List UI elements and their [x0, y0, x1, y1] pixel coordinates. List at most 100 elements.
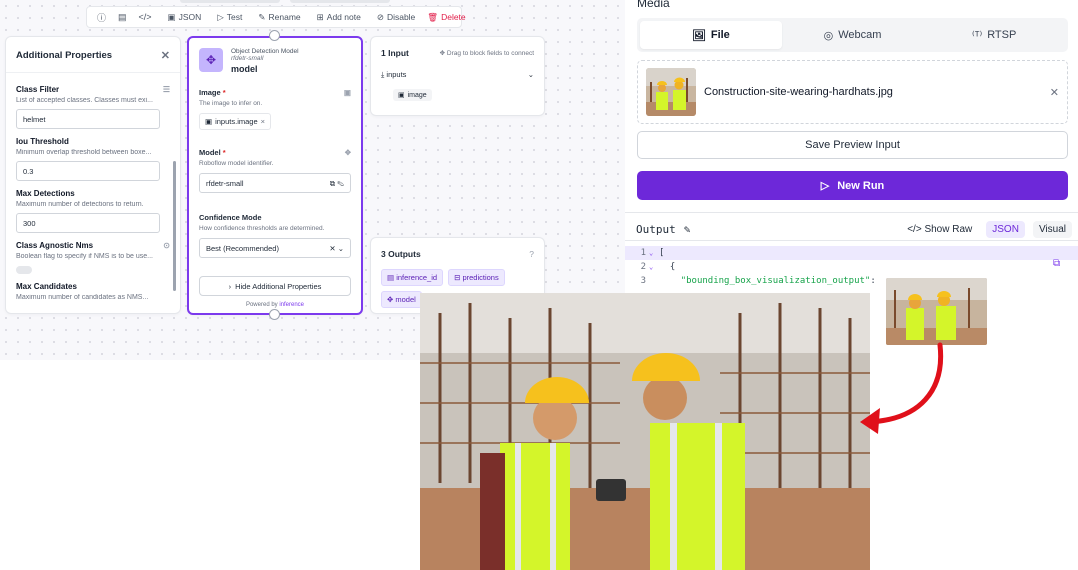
json-button[interactable]: ▣ JSON: [164, 12, 206, 23]
annotation-arrow-icon: [860, 342, 944, 434]
add-note-button[interactable]: ⊞ Add note: [313, 12, 365, 23]
iou-threshold-input[interactable]: 0.3: [16, 161, 160, 181]
prop-max-candidates: Max Candidates Maximum number of candida…: [16, 282, 170, 301]
link-icon[interactable]: ✥: [345, 148, 351, 157]
prop-class-agnostic-nms: Class Agnostic Nms ⊙ Boolean flag to spec…: [16, 241, 170, 274]
confidence-field: Confidence Mode How confidence threshold…: [189, 205, 361, 262]
disable-button[interactable]: ⊘ Disable: [373, 12, 419, 23]
prop-desc: Boolean flag to specify if NMS is to be …: [16, 253, 153, 260]
hide-label: Hide Additional Properties: [235, 281, 322, 291]
divider: [625, 240, 1078, 241]
copy-edit-icon[interactable]: ⧉ ✎: [330, 179, 344, 188]
rename-button[interactable]: ✎ Rename: [254, 12, 304, 23]
document-icon[interactable]: ▤: [114, 12, 131, 23]
info-icon[interactable]: ⓘ: [93, 11, 110, 24]
top-stub: [290, 0, 390, 3]
close-icon[interactable]: ✕: [161, 49, 170, 62]
tab-label: Webcam: [838, 29, 882, 41]
prop-class-filter: Class Filter ☰ List of accepted classes. …: [16, 85, 170, 129]
field-label: Image: [199, 88, 221, 97]
field-label: Confidence Mode: [199, 213, 262, 222]
image-chip[interactable]: ▣ image: [393, 89, 432, 101]
field-desc: The image to infer on.: [199, 100, 263, 107]
class-agnostic-nms-toggle[interactable]: [16, 266, 32, 274]
output-handle[interactable]: [269, 309, 280, 320]
output-chip[interactable]: ▤ inference_id: [381, 269, 444, 286]
prop-label: Iou Threshold: [16, 137, 69, 146]
close-icon[interactable]: ✕: [1050, 86, 1059, 99]
test-button[interactable]: ▷ Test: [213, 12, 246, 23]
confidence-select[interactable]: Best (Recommended) ✕ ⌄: [199, 238, 351, 258]
confidence-value: Best (Recommended): [206, 244, 279, 253]
panel-scrollbar[interactable]: [173, 161, 176, 291]
json-view-button[interactable]: JSON: [986, 220, 1025, 238]
construction-photo: [420, 293, 870, 570]
delete-button[interactable]: 🗑 Delete: [423, 12, 469, 23]
chevron-down-icon[interactable]: ⌄: [528, 70, 534, 80]
antenna-icon: ⁽ᵀ⁾: [972, 29, 983, 42]
additional-properties-panel: Additional Properties ✕ Class Filter ☰ Li…: [5, 36, 181, 314]
max-detections-input[interactable]: 300: [16, 213, 160, 233]
toggle-icon[interactable]: ⊙: [163, 241, 170, 250]
remove-icon[interactable]: ×: [261, 117, 265, 126]
output-header: Output ✎ </> Show Raw JSON Visual: [636, 218, 1072, 240]
tab-rtsp[interactable]: ⁽ᵀ⁾ RTSP: [923, 21, 1065, 49]
list-icon[interactable]: ☰: [163, 85, 170, 94]
edit-icon: ✎: [258, 11, 266, 22]
visual-view-button[interactable]: Visual: [1032, 220, 1072, 238]
prop-desc: Maximum number of detections to return.: [16, 201, 144, 208]
download-icon: ⤓: [381, 70, 385, 79]
tab-file[interactable]: 🖼 File: [640, 21, 782, 49]
field-desc: Roboflow model identifier.: [199, 160, 274, 167]
image-icon: 🖼: [691, 29, 706, 42]
inputs-block[interactable]: 1 Input ✥ Drag to block fields to connect…: [370, 36, 545, 116]
run-label: New Run: [837, 179, 885, 192]
inputs-row[interactable]: ⤓ inputs ⌄: [371, 66, 544, 84]
hide-properties-button[interactable]: › Hide Additional Properties: [199, 276, 351, 296]
fold-icon[interactable]: ⌄: [649, 263, 659, 271]
chip-label: inputs.image: [215, 117, 258, 126]
tab-label: RTSP: [987, 29, 1017, 41]
powered-brand: inference: [279, 302, 305, 308]
model-icon: ✥: [387, 295, 394, 304]
json-label: JSON: [178, 12, 202, 22]
json-colon: :: [870, 276, 876, 286]
json-icon: ▣: [167, 11, 176, 22]
save-preview-button[interactable]: Save Preview Input: [637, 131, 1068, 159]
prop-desc: List of accepted classes. Classes must e…: [16, 97, 153, 104]
file-thumbnail: [646, 68, 696, 116]
chip-label: inference_id: [396, 273, 438, 282]
drag-hint: ✥ Drag to block fields to connect: [440, 49, 534, 57]
new-run-button[interactable]: ▷ New Run: [637, 171, 1068, 200]
copy-icon[interactable]: ⧉: [1053, 258, 1060, 269]
image-input-chip[interactable]: ▣ inputs.image ×: [199, 113, 272, 130]
show-raw-button[interactable]: </> Show Raw: [901, 221, 978, 238]
help-icon[interactable]: ?: [529, 249, 534, 259]
line-number: 2: [640, 262, 646, 272]
tab-webcam[interactable]: ◎ Webcam: [782, 21, 924, 49]
predictions-icon: ⊟: [454, 273, 461, 282]
selected-file: Construction-site-wearing-hardhats.jpg ✕: [637, 60, 1068, 124]
prop-label: Class Agnostic Nms: [16, 241, 94, 250]
field-label: Model: [199, 148, 221, 157]
fold-icon[interactable]: ⌄: [649, 249, 659, 257]
model-value: rfdetr-small: [206, 179, 244, 188]
powered-by: Powered by inference: [189, 302, 361, 308]
json-key: "bounding_box_visualization_output": [680, 276, 871, 286]
clear-chevron-icon[interactable]: ✕ ⌄: [329, 244, 344, 253]
inputs-row-label: inputs: [386, 70, 407, 79]
model-id-input[interactable]: rfdetr-small ⧉ ✎: [199, 173, 351, 193]
chevron-right-icon: ›: [228, 281, 232, 291]
trash-icon: 🗑: [427, 11, 439, 22]
model-block[interactable]: ✥ Object Detection Model rfdetr-small mo…: [187, 36, 363, 315]
class-filter-input[interactable]: helmet: [16, 109, 160, 129]
chip-label: model: [395, 295, 416, 304]
line-number: 3: [640, 276, 646, 286]
code-icon[interactable]: </>: [135, 12, 156, 22]
edit-icon[interactable]: ✎: [684, 223, 691, 236]
output-chip[interactable]: ⊟ predictions: [448, 269, 505, 286]
input-handle[interactable]: [269, 30, 280, 41]
model-field: Model * ✥ Roboflow model identifier. rfde…: [189, 140, 361, 197]
code-icon: </>: [907, 223, 922, 235]
output-chip[interactable]: ✥ model: [381, 291, 422, 308]
